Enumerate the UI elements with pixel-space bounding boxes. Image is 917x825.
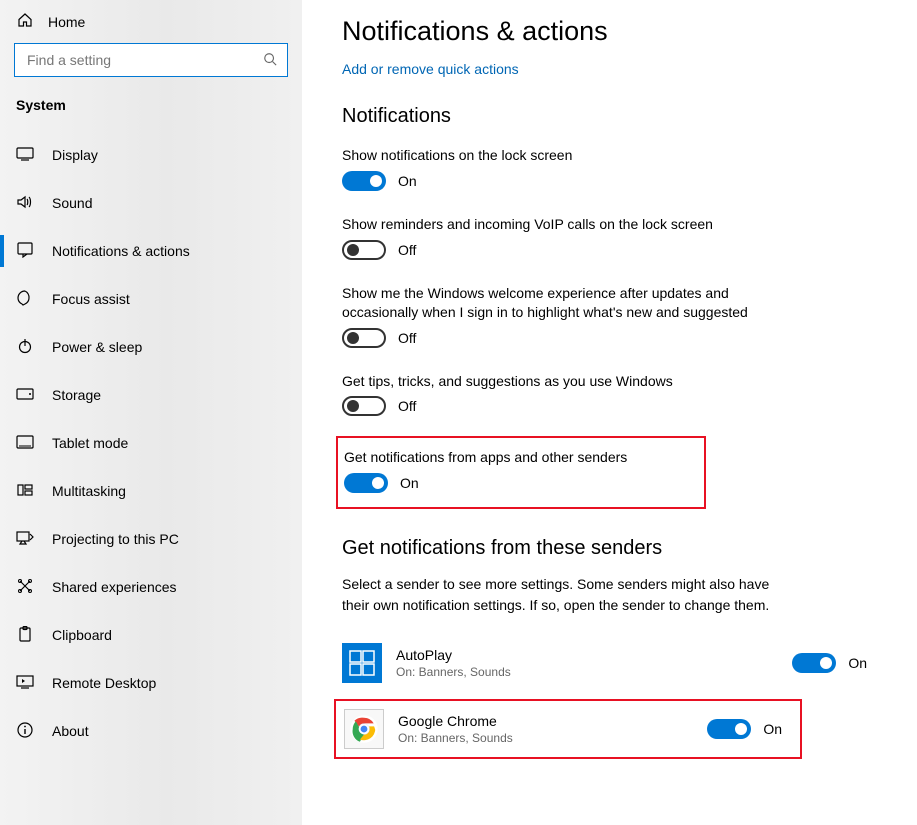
clipboard-icon (16, 626, 34, 645)
sidebar-item-label: Shared experiences (52, 579, 177, 595)
search-box[interactable] (14, 43, 288, 77)
power-icon (16, 338, 34, 357)
sidebar-item-label: Display (52, 147, 98, 163)
sidebar-item-label: Remote Desktop (52, 675, 156, 691)
sidebar-item-label: Notifications & actions (52, 243, 190, 259)
home-icon (16, 12, 34, 31)
sender-info: Google Chrome On: Banners, Sounds (398, 713, 707, 745)
sidebar-item-multitasking[interactable]: Multitasking (0, 467, 302, 515)
sidebar-item-label: Focus assist (52, 291, 130, 307)
sidebar-item-label: Tablet mode (52, 435, 128, 451)
toggle-lock-screen-notifications[interactable] (342, 171, 386, 191)
sender-sub: On: Banners, Sounds (396, 665, 792, 679)
toggle-state: On (763, 721, 782, 737)
quick-actions-link[interactable]: Add or remove quick actions (342, 61, 877, 77)
sender-sub: On: Banners, Sounds (398, 731, 707, 745)
sidebar-item-label: Clipboard (52, 627, 112, 643)
sidebar-item-projecting[interactable]: Projecting to this PC (0, 515, 302, 563)
sidebar-item-display[interactable]: Display (0, 131, 302, 179)
toggle-tips-tricks[interactable] (342, 396, 386, 416)
sidebar-item-remote-desktop[interactable]: Remote Desktop (0, 659, 302, 707)
toggle-state: On (848, 655, 867, 671)
toggle-state: On (400, 475, 419, 491)
tablet-icon (16, 435, 34, 452)
toggle-reminders-voip[interactable] (342, 240, 386, 260)
about-icon (16, 722, 34, 741)
toggle-notifications-from-apps[interactable] (344, 473, 388, 493)
sender-info: AutoPlay On: Banners, Sounds (396, 647, 792, 679)
setting-notifications-from-apps: Get notifications from apps and other se… (338, 444, 696, 497)
setting-welcome-experience: Show me the Windows welcome experience a… (342, 280, 877, 352)
sender-name: AutoPlay (396, 647, 792, 663)
display-icon (16, 147, 34, 164)
setting-reminders-voip: Show reminders and incoming VoIP calls o… (342, 211, 877, 264)
sidebar-item-label: Power & sleep (52, 339, 142, 355)
sidebar-item-label: Storage (52, 387, 101, 403)
toggle-state: Off (398, 330, 416, 346)
sidebar-item-power-sleep[interactable]: Power & sleep (0, 323, 302, 371)
home-label: Home (48, 14, 85, 30)
storage-icon (16, 387, 34, 403)
highlight-sender-chrome: Google Chrome On: Banners, Sounds On (334, 699, 802, 759)
sender-name: Google Chrome (398, 713, 707, 729)
search-icon (263, 52, 277, 69)
sender-autoplay[interactable]: AutoPlay On: Banners, Sounds On (342, 637, 877, 689)
remote-desktop-icon (16, 675, 34, 692)
toggle-sender-chrome[interactable] (707, 719, 751, 739)
search-input[interactable] (25, 51, 263, 69)
sidebar-item-sound[interactable]: Sound (0, 179, 302, 227)
sidebar: Home System Display Sound Notif (0, 0, 302, 825)
toggle-state: On (398, 173, 417, 189)
sidebar-item-clipboard[interactable]: Clipboard (0, 611, 302, 659)
sidebar-item-tablet-mode[interactable]: Tablet mode (0, 419, 302, 467)
setting-label: Get notifications from apps and other se… (338, 448, 696, 467)
sound-icon (16, 195, 34, 212)
multitasking-icon (16, 482, 34, 501)
toggle-state: Off (398, 242, 416, 258)
shared-icon (16, 578, 34, 597)
toggle-welcome-experience[interactable] (342, 328, 386, 348)
sidebar-group-title: System (0, 89, 302, 131)
senders-description: Select a sender to see more settings. So… (342, 574, 782, 615)
toggle-state: Off (398, 398, 416, 414)
notifications-icon (16, 242, 34, 261)
section-senders: Get notifications from these senders (342, 537, 877, 560)
setting-lock-screen-notifications: Show notifications on the lock screen On (342, 142, 877, 195)
sidebar-item-label: Sound (52, 195, 92, 211)
sidebar-item-label: Multitasking (52, 483, 126, 499)
autoplay-icon (342, 643, 382, 683)
focus-assist-icon (16, 290, 34, 309)
page-title: Notifications & actions (342, 16, 877, 47)
chrome-icon (344, 709, 384, 749)
setting-label: Show notifications on the lock screen (342, 146, 772, 165)
setting-label: Get tips, tricks, and suggestions as you… (342, 372, 772, 391)
setting-tips-tricks: Get tips, tricks, and suggestions as you… (342, 368, 877, 421)
sidebar-nav: Display Sound Notifications & actions Fo… (0, 131, 302, 825)
setting-label: Show me the Windows welcome experience a… (342, 284, 772, 322)
highlight-get-notifications-apps: Get notifications from apps and other se… (336, 436, 706, 509)
search-wrap (0, 39, 302, 89)
sidebar-home[interactable]: Home (0, 0, 302, 39)
main-content: Notifications & actions Add or remove qu… (302, 0, 917, 825)
sidebar-item-label: Projecting to this PC (52, 531, 179, 547)
toggle-sender-autoplay[interactable] (792, 653, 836, 673)
section-notifications: Notifications (342, 105, 877, 128)
sender-google-chrome[interactable]: Google Chrome On: Banners, Sounds On (344, 709, 792, 749)
sidebar-item-focus-assist[interactable]: Focus assist (0, 275, 302, 323)
sidebar-item-label: About (52, 723, 89, 739)
sidebar-item-storage[interactable]: Storage (0, 371, 302, 419)
sidebar-item-about[interactable]: About (0, 707, 302, 755)
setting-label: Show reminders and incoming VoIP calls o… (342, 215, 772, 234)
sidebar-item-notifications[interactable]: Notifications & actions (0, 227, 302, 275)
sidebar-item-shared-experiences[interactable]: Shared experiences (0, 563, 302, 611)
projecting-icon (16, 531, 34, 548)
